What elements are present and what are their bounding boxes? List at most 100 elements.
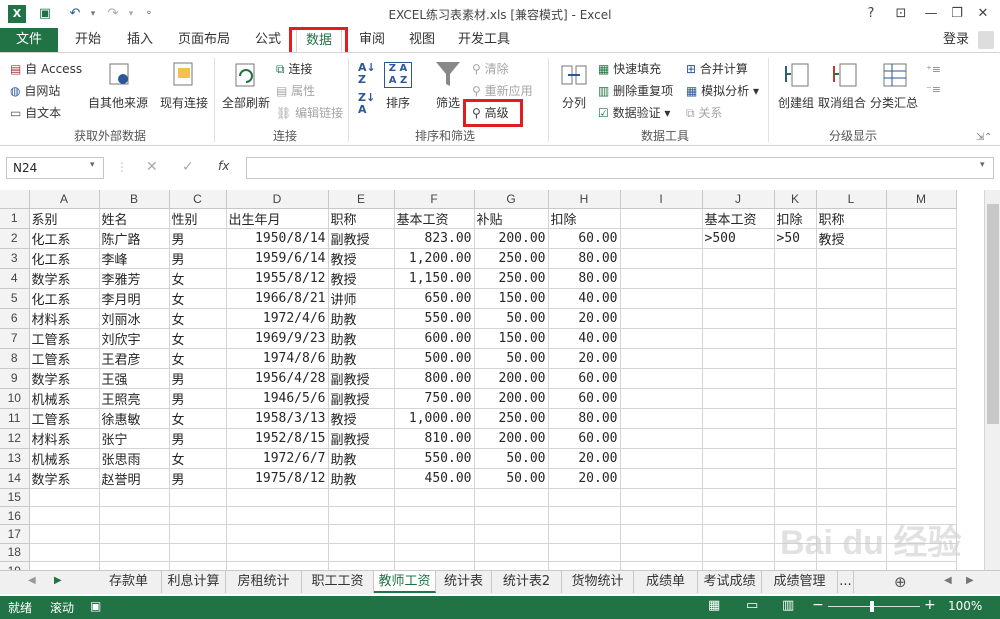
ungroup-button[interactable]: 取消组合 [818, 94, 866, 111]
cell[interactable] [816, 468, 887, 489]
cell[interactable] [702, 388, 775, 409]
cell[interactable] [620, 348, 703, 369]
cell[interactable] [620, 208, 703, 229]
tab-page-layout[interactable]: 页面布局 [172, 28, 236, 52]
cell[interactable] [548, 506, 621, 526]
cell[interactable] [474, 488, 549, 508]
cell[interactable] [774, 488, 817, 508]
cell[interactable] [774, 268, 817, 289]
tab-file[interactable]: 文件 [0, 28, 58, 52]
cell[interactable]: 工管系 [29, 328, 100, 349]
insert-function-icon[interactable]: fx [218, 159, 229, 173]
cell[interactable]: 助教 [328, 448, 395, 469]
cell[interactable]: 男 [169, 228, 227, 249]
hscroll-right-icon[interactable]: ▶ [966, 575, 974, 586]
cell[interactable]: 250.00 [474, 248, 549, 269]
edit-links-button[interactable]: ⛓ 编辑链接 [276, 104, 343, 121]
row-header[interactable]: 7 [0, 328, 30, 349]
name-box-dropdown-icon[interactable]: ▾ [90, 160, 95, 170]
row-header[interactable]: 5 [0, 288, 30, 309]
column-header[interactable]: E [328, 190, 395, 209]
column-header[interactable]: K [774, 190, 817, 209]
cell[interactable]: 工管系 [29, 348, 100, 369]
cell[interactable]: 60.00 [548, 228, 621, 249]
cell[interactable]: 王照亮 [99, 388, 170, 409]
column-header[interactable]: L [816, 190, 887, 209]
page-break-view-icon[interactable]: ▥ [782, 598, 794, 613]
cell[interactable] [620, 388, 703, 409]
cell[interactable]: 女 [169, 288, 227, 309]
cell[interactable] [169, 543, 227, 562]
cell[interactable] [620, 543, 703, 562]
cell[interactable] [702, 428, 775, 449]
from-access-button[interactable]: ▤ 自 Access [10, 60, 82, 77]
cell[interactable] [774, 348, 817, 369]
cell[interactable] [886, 368, 957, 389]
cell[interactable]: 李月明 [99, 288, 170, 309]
cell[interactable] [29, 524, 100, 544]
other-sources-button[interactable]: 自其他来源 [88, 94, 148, 111]
cell[interactable] [328, 561, 395, 570]
row-header[interactable]: 10 [0, 388, 30, 409]
vertical-scroll-thumb[interactable] [987, 204, 999, 424]
sheet-tab[interactable]: 货物统计 [562, 571, 634, 593]
cell[interactable]: 1974/8/6 [226, 348, 329, 369]
row-header[interactable]: 16 [0, 506, 30, 526]
cell[interactable] [816, 408, 887, 429]
cell[interactable] [774, 308, 817, 329]
sheet-tab[interactable]: 职工工资 [302, 571, 374, 593]
remove-duplicates-button[interactable]: ▥ 删除重复项 [598, 82, 673, 99]
cell[interactable]: >500 [702, 228, 775, 249]
cell[interactable] [886, 308, 957, 329]
cell[interactable]: 数学系 [29, 268, 100, 289]
login-link[interactable]: 登录 [936, 28, 976, 52]
cell[interactable]: 教授 [328, 408, 395, 429]
zoom-slider[interactable] [828, 606, 920, 607]
sort-ascending-icon[interactable]: A↓ Z [358, 62, 376, 86]
next-sheet-icon[interactable]: ▶ [54, 575, 62, 586]
row-header[interactable]: 15 [0, 488, 30, 508]
enter-icon[interactable]: ✓ [182, 159, 194, 175]
cell[interactable]: 800.00 [394, 368, 475, 389]
cell[interactable]: 20.00 [548, 348, 621, 369]
column-header[interactable]: D [226, 190, 329, 209]
tab-insert[interactable]: 插入 [118, 28, 162, 52]
cell[interactable] [226, 506, 329, 526]
cell[interactable] [394, 506, 475, 526]
cell[interactable] [328, 524, 395, 544]
zoom-in-icon[interactable]: + [924, 597, 936, 613]
cell[interactable] [620, 308, 703, 329]
cell[interactable]: 20.00 [548, 308, 621, 329]
cell[interactable] [774, 428, 817, 449]
cell[interactable]: 王强 [99, 368, 170, 389]
cell[interactable] [816, 388, 887, 409]
cell[interactable] [702, 524, 775, 544]
cell[interactable]: 副教授 [328, 428, 395, 449]
cell[interactable]: 60.00 [548, 368, 621, 389]
cell[interactable]: 250.00 [474, 408, 549, 429]
cell[interactable]: 刘欣宇 [99, 328, 170, 349]
cell[interactable]: 500.00 [394, 348, 475, 369]
cell[interactable]: 陈广路 [99, 228, 170, 249]
cell[interactable]: 20.00 [548, 448, 621, 469]
cell[interactable]: 1959/6/14 [226, 248, 329, 269]
cell[interactable] [620, 408, 703, 429]
prev-sheet-icon[interactable]: ◀ [28, 575, 36, 586]
cell[interactable] [886, 448, 957, 469]
refresh-all-button[interactable]: 全部刷新 [222, 94, 270, 111]
hscroll-left-icon[interactable]: ◀ [944, 575, 952, 586]
row-header[interactable]: 11 [0, 408, 30, 429]
cell[interactable]: 系别 [29, 208, 100, 229]
cell[interactable]: 女 [169, 348, 227, 369]
cell[interactable] [328, 488, 395, 508]
cell[interactable] [328, 543, 395, 562]
zoom-slider-thumb[interactable] [870, 601, 874, 612]
zoom-out-icon[interactable]: − [812, 597, 824, 613]
cell[interactable]: 40.00 [548, 328, 621, 349]
cell[interactable] [226, 561, 329, 570]
cell[interactable] [169, 561, 227, 570]
cell[interactable] [702, 268, 775, 289]
cell[interactable] [29, 488, 100, 508]
filter-button[interactable]: 筛选 [436, 94, 460, 111]
cell[interactable] [394, 561, 475, 570]
